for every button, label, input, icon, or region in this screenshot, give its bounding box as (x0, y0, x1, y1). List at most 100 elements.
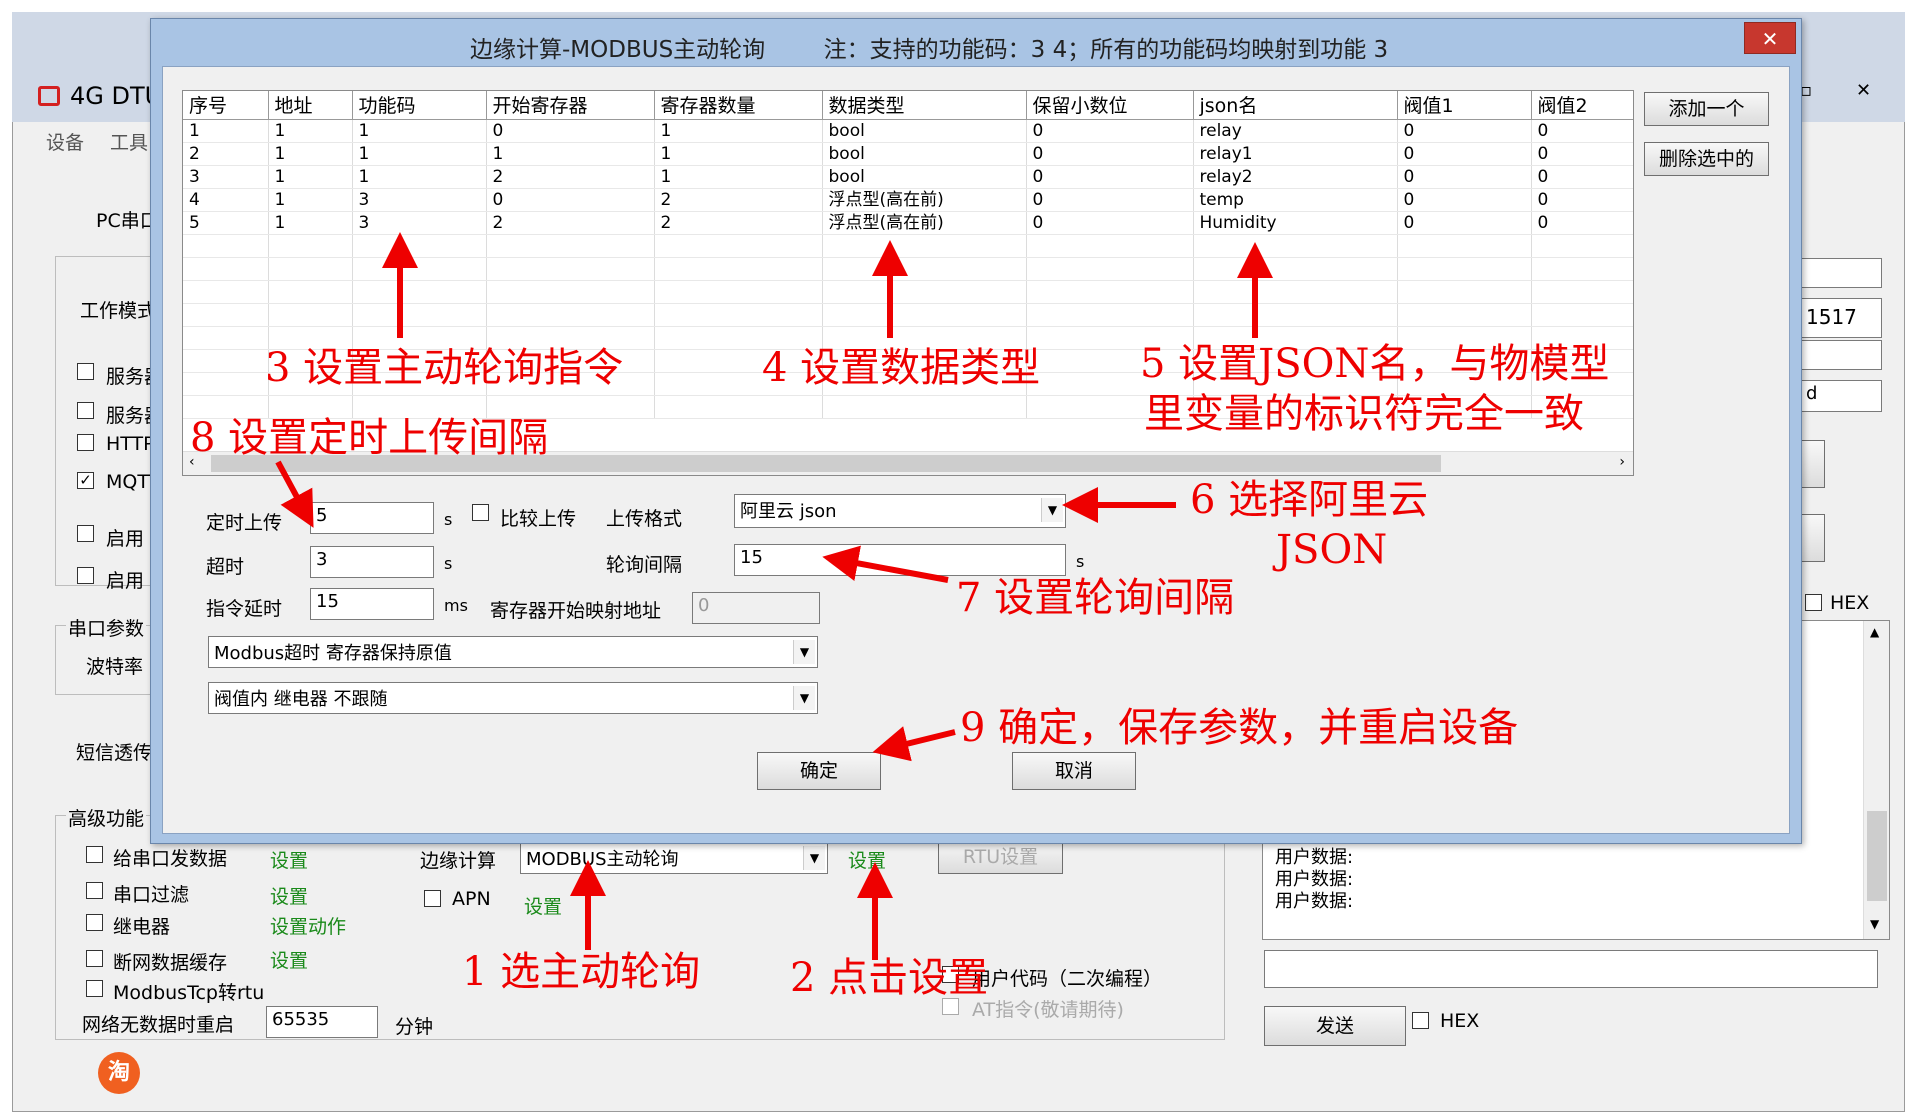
scroll-up-icon[interactable]: ▲ (1870, 625, 1879, 639)
hex-label-top: HEX (1830, 592, 1870, 614)
table-cell: 0 (1397, 188, 1532, 212)
table-cell: 0 (1531, 142, 1633, 166)
right-button-2[interactable] (1800, 514, 1825, 562)
mode-checkbox-2[interactable] (77, 402, 94, 419)
edge-calc-setting-link[interactable]: 设置 (848, 846, 886, 873)
reg-map-label: 寄存器开始映射地址 (490, 600, 662, 622)
send-button[interactable]: 发送 (1264, 1006, 1406, 1046)
table-cell: 1 (654, 119, 823, 143)
right-field-1517[interactable]: 1517 (1800, 298, 1882, 338)
edge-calc-select[interactable]: MODBUS主动轮询 ▼ (520, 842, 828, 874)
mode-label-5: 启用 (106, 528, 145, 550)
table-row[interactable]: 4 1 3 0 2 浮点型(高在前) 0 temp 0 0 (183, 188, 1633, 212)
scroll-thumb[interactable] (1867, 811, 1887, 901)
table-cell: 1 (268, 165, 353, 189)
apn-setting-link[interactable]: 设置 (524, 892, 562, 919)
table-cell: 1 (268, 188, 353, 212)
annotation-step-5-line1: 5 设置JSON名，与物模型 (1140, 341, 1610, 387)
dialog-close-button[interactable]: ✕ (1744, 22, 1796, 54)
upload-format-label: 上传格式 (606, 508, 683, 530)
upload-format-value: 阿里云 json (740, 501, 837, 522)
annotation-step-3: 3 设置主动轮询指令 (265, 345, 624, 391)
adv-setting-link-3[interactable]: 设置动作 (270, 912, 346, 939)
adv-label-4: 断网数据缓存 (113, 952, 228, 974)
add-row-button[interactable]: 添加一个 (1644, 92, 1769, 126)
threshold-policy-select[interactable]: 阀值内 继电器 不跟随 ▼ (208, 682, 818, 714)
ok-button[interactable]: 确定 (757, 752, 881, 790)
right-field-d: d (1800, 380, 1882, 412)
col-header[interactable]: 功能码 (352, 91, 487, 120)
col-header[interactable]: 寄存器数量 (654, 91, 823, 120)
col-header[interactable]: 开始寄存器 (486, 91, 655, 120)
timeout-input[interactable]: 3 (310, 546, 434, 578)
adv-setting-link-2[interactable]: 设置 (270, 882, 308, 909)
main-window-close-button[interactable]: ✕ (1826, 80, 1901, 108)
apn-checkbox[interactable] (424, 890, 441, 907)
timed-upload-input[interactable]: 5 (310, 502, 434, 534)
col-header[interactable]: 地址 (268, 91, 353, 120)
minute-label: 分钟 (395, 1016, 434, 1038)
cancel-button[interactable]: 取消 (1012, 752, 1136, 790)
col-header[interactable]: 数据类型 (822, 91, 1027, 120)
compare-upload-checkbox[interactable] (472, 504, 489, 521)
taobao-icon[interactable]: 淘 (98, 1052, 140, 1094)
menu-device[interactable]: 设备 (46, 128, 84, 155)
delete-selected-button[interactable]: 删除选中的 (1644, 142, 1769, 176)
poll-interval-input[interactable]: 15 (734, 544, 1066, 576)
mode-checkbox-6[interactable] (77, 567, 94, 584)
apn-label: APN (452, 888, 491, 910)
adv-setting-link-4[interactable]: 设置 (270, 946, 308, 973)
edge-calc-select-value: MODBUS主动轮询 (526, 849, 679, 870)
adv-checkbox-2[interactable] (86, 882, 103, 899)
table-row (183, 257, 1633, 281)
no-data-restart-input[interactable]: 65535 (266, 1006, 378, 1038)
adv-checkbox-3[interactable] (86, 914, 103, 931)
table-cell: 1 (268, 211, 353, 235)
annotation-step-6-line1: 6 选择阿里云 (1190, 477, 1429, 523)
table-cell: 0 (1397, 119, 1532, 143)
adv-checkbox-1[interactable] (86, 846, 103, 863)
mode-checkbox-1[interactable] (77, 363, 94, 380)
menu-tools[interactable]: 工具 (110, 128, 148, 155)
table-cell: 0 (1531, 211, 1633, 235)
scroll-right-icon[interactable]: › (1619, 454, 1625, 470)
table-row[interactable]: 1 1 1 0 1 bool 0 relay 0 0 (183, 119, 1633, 143)
right-field-top (1800, 258, 1882, 288)
adv-checkbox-5[interactable] (86, 980, 103, 997)
threshold-policy-value: 阀值内 继电器 不跟随 (214, 689, 388, 710)
col-header[interactable]: 阀值1 (1397, 91, 1532, 120)
hex-checkbox-top[interactable] (1805, 594, 1822, 611)
table-cell: bool (822, 165, 1027, 189)
mode-checkbox-mqtt[interactable]: ✓ (77, 472, 94, 489)
mode-checkbox-3[interactable] (77, 434, 94, 451)
table-cell: 3 (352, 211, 487, 235)
scroll-down-icon[interactable]: ▼ (1870, 917, 1879, 931)
table-row[interactable]: 5 1 3 2 2 浮点型(高在前) 0 Humidity 0 0 (183, 211, 1633, 235)
table-cell: relay2 (1193, 165, 1398, 189)
adv-checkbox-4[interactable] (86, 950, 103, 967)
col-header[interactable]: 保留小数位 (1026, 91, 1194, 120)
serial-params-label: 串口参数 (66, 614, 147, 641)
col-header[interactable]: 阀值2 (1531, 91, 1633, 120)
adv-setting-link-1[interactable]: 设置 (270, 846, 308, 873)
hex-checkbox-bottom[interactable] (1412, 1012, 1429, 1029)
table-row[interactable]: 3 1 1 2 1 bool 0 relay2 0 0 (183, 165, 1633, 189)
table-row[interactable]: 2 1 1 1 1 bool 0 relay1 0 0 (183, 142, 1633, 166)
right-button-1[interactable] (1800, 440, 1825, 488)
rtu-setting-button[interactable]: RTU设置 (938, 840, 1063, 874)
log-scrollbar[interactable]: ▲ ▼ (1863, 621, 1889, 939)
mode-checkbox-5[interactable] (77, 525, 94, 542)
table-cell: 1 (654, 165, 823, 189)
send-input[interactable] (1264, 950, 1878, 988)
annotation-step-5-line2: 里变量的标识符完全一致 (1144, 391, 1584, 437)
table-cell: 0 (486, 119, 655, 143)
adv-label-5: ModbusTcp转rtu (113, 982, 265, 1004)
table-cell: 0 (1397, 142, 1532, 166)
cmd-delay-input[interactable]: 15 (310, 588, 434, 620)
table-cell: 1 (268, 119, 353, 143)
col-header[interactable]: json名 (1193, 91, 1398, 120)
col-header[interactable]: 序号 (183, 91, 269, 120)
timeout-policy-select[interactable]: Modbus超时 寄存器保持原值 ▼ (208, 636, 818, 668)
main-window-restore-button[interactable]: ▫ (1800, 80, 1822, 108)
upload-format-select[interactable]: 阿里云 json ▼ (734, 494, 1066, 528)
